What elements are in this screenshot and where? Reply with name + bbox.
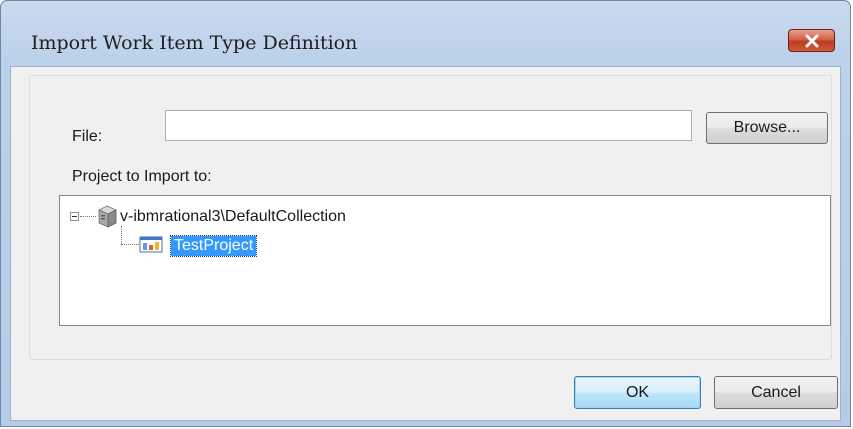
dialog-title: Import Work Item Type Definition	[31, 32, 358, 54]
project-tree[interactable]: v-ibmrational3\DefaultCollection TestPro…	[59, 195, 831, 326]
close-button[interactable]	[788, 29, 835, 52]
tree-connector	[121, 244, 139, 245]
team-project-icon	[139, 236, 163, 253]
tree-connector	[80, 216, 96, 217]
tree-node-collection[interactable]: v-ibmrational3\DefaultCollection	[120, 208, 346, 226]
file-label: File:	[72, 128, 103, 145]
browse-button[interactable]: Browse...	[706, 112, 828, 144]
server-icon	[98, 205, 117, 228]
title-bar[interactable]: Import Work Item Type Definition	[1, 1, 850, 67]
collapse-expander-icon[interactable]	[70, 212, 79, 221]
tree-node-testproject[interactable]: TestProject	[169, 235, 258, 257]
ok-button[interactable]: OK	[574, 376, 701, 409]
cancel-button[interactable]: Cancel	[714, 376, 838, 409]
content-panel: File: Browse... Project to Import to: v-…	[29, 75, 832, 360]
tree-connector	[121, 226, 122, 244]
close-icon	[805, 34, 819, 48]
project-label: Project to Import to:	[72, 168, 212, 185]
dialog-window: Import Work Item Type Definition File: B…	[0, 0, 851, 427]
file-input[interactable]	[165, 110, 692, 141]
dialog-body: File: Browse... Project to Import to: v-…	[10, 66, 841, 421]
